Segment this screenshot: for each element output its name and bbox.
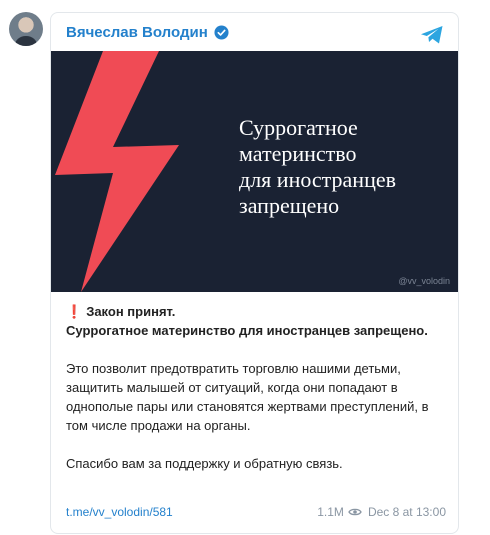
view-count: 1.1M bbox=[317, 505, 344, 519]
post-paragraph-1: Это позволит предотвратить торговлю наши… bbox=[66, 361, 429, 433]
post-meta: 1.1M Dec 8 at 13:00 bbox=[317, 505, 446, 519]
banner-line: запрещено bbox=[239, 193, 340, 218]
post-line-2: Суррогатное материнство для иностранцев … bbox=[66, 323, 428, 338]
verified-check-icon bbox=[214, 25, 229, 40]
banner-watermark: @vv_volodin bbox=[398, 276, 450, 286]
exclamation-icon: ❗ bbox=[66, 304, 83, 319]
banner-line: Суррогатное bbox=[239, 115, 358, 140]
banner-headline: Суррогатное материнство для иностранцев … bbox=[239, 115, 396, 219]
post-card: Вячеслав Володин Суррогатное материнство… bbox=[50, 12, 459, 534]
banner-line: для иностранцев bbox=[239, 167, 396, 192]
post-text: ❗ Закон принят. Суррогатное материнство д… bbox=[66, 302, 446, 473]
post-line-1: Закон принят. bbox=[86, 304, 176, 319]
post-link[interactable]: t.me/vv_volodin/581 bbox=[66, 505, 173, 519]
post-image-banner[interactable]: Суррогатное материнство для иностранцев … bbox=[51, 51, 458, 292]
post-headline: ❗ Закон принят. bbox=[66, 302, 446, 321]
post-header: Вячеслав Володин bbox=[66, 24, 229, 41]
avatar[interactable] bbox=[9, 12, 43, 46]
banner-line: материнство bbox=[239, 141, 357, 166]
eye-icon bbox=[348, 508, 362, 516]
post-footer: t.me/vv_volodin/581 1.1M Dec 8 at 13:00 bbox=[66, 505, 446, 523]
channel-name[interactable]: Вячеслав Володин bbox=[66, 24, 208, 41]
post-paragraph-2: Спасибо вам за поддержку и обратную связ… bbox=[66, 456, 343, 471]
post-date: Dec 8 at 13:00 bbox=[367, 505, 446, 519]
telegram-plane-icon[interactable] bbox=[420, 25, 444, 45]
